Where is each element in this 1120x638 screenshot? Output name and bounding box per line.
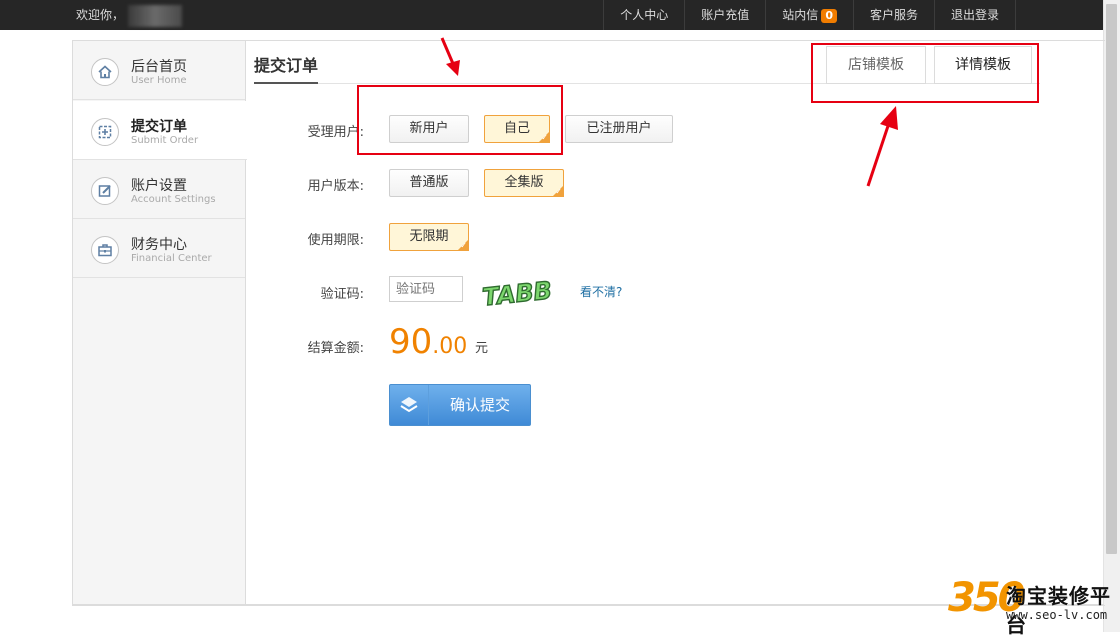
nav-customer-service[interactable]: 客户服务: [852, 0, 934, 30]
title-underline: [254, 82, 318, 84]
annotation-arrow-up-icon: [866, 106, 898, 187]
total-unit: 元: [475, 341, 489, 356]
version-option-standard[interactable]: 普通版: [389, 169, 469, 197]
nav-messages-label: 站内信: [782, 8, 819, 22]
sidebar-item-label: 提交订单: [131, 119, 187, 135]
confirm-submit-button[interactable]: 确认提交: [389, 384, 531, 426]
sidebar-item-home[interactable]: 后台首页 User Home: [73, 41, 245, 100]
watermark-logo: 350 淘宝装修平台 www.seo-lv.com: [948, 576, 1116, 637]
page-title: 提交订单: [254, 56, 319, 75]
message-count-badge: 0: [821, 9, 837, 23]
username-redacted: [128, 4, 183, 27]
home-icon: [91, 58, 119, 86]
period-option-unlimited-label: 无限期: [409, 229, 449, 244]
sidebar-item-label: 财务中心: [131, 237, 187, 253]
sidebar-item-financial-center[interactable]: 财务中心 Financial Center: [73, 219, 245, 278]
sidebar-item-label: 账户设置: [131, 178, 187, 194]
captcha-input[interactable]: [389, 276, 463, 302]
captcha-image[interactable]: TABB: [480, 274, 552, 308]
briefcase-icon: [91, 236, 119, 264]
annotation-box-user-options: [357, 85, 563, 155]
captcha-label: 验证码:: [320, 287, 364, 302]
sidebar-item-submit-order[interactable]: 提交订单 Submit Order: [73, 101, 247, 160]
sidebar-item-sublabel: Account Settings: [131, 194, 216, 205]
user-label: 受理用户:: [307, 125, 364, 140]
total-label: 结算金额:: [307, 341, 364, 356]
user-option-registered[interactable]: 已注册用户: [565, 115, 673, 143]
edit-icon: [91, 177, 119, 205]
nav-logout[interactable]: 退出登录: [933, 0, 1016, 30]
top-nav: 个人中心 账户充值 站内信 0 客户服务 退出登录: [603, 0, 1016, 30]
nav-recharge[interactable]: 账户充值: [684, 0, 765, 30]
total-amount-integer: 90: [389, 322, 433, 362]
selected-check-icon: ✓: [555, 187, 562, 196]
sidebar-item-sublabel: Financial Center: [131, 253, 212, 264]
annotation-box-template-tabs: [811, 43, 1039, 103]
nav-personal-center[interactable]: 个人中心: [603, 0, 684, 30]
sidebar-item-account-settings[interactable]: 账户设置 Account Settings: [73, 160, 245, 219]
total-amount-decimal: .00: [432, 334, 468, 359]
period-label: 使用期限:: [307, 233, 364, 248]
selected-check-icon: ✓: [541, 133, 548, 142]
total-amount: 90.00: [389, 322, 467, 362]
vertical-scrollbar[interactable]: [1103, 0, 1120, 632]
sidebar-item-sublabel: User Home: [131, 75, 187, 86]
submit-order-icon: [91, 118, 119, 146]
scrollbar-thumb[interactable]: [1106, 4, 1117, 554]
version-option-full-label: 全集版: [504, 175, 544, 190]
submit-layers-icon: [390, 385, 429, 425]
version-label: 用户版本:: [307, 179, 364, 194]
sidebar: 后台首页 User Home 提交订单 Submit Order 账户设置 Ac…: [72, 40, 247, 606]
nav-messages[interactable]: 站内信 0: [765, 0, 853, 30]
confirm-submit-label: 确认提交: [449, 396, 510, 414]
version-option-full[interactable]: 全集版 ✓: [484, 169, 564, 197]
sidebar-item-label: 后台首页: [131, 59, 187, 75]
period-option-unlimited[interactable]: 无限期 ✓: [389, 223, 469, 251]
welcome-label: 欢迎你，: [76, 8, 125, 22]
sidebar-item-sublabel: Submit Order: [131, 135, 199, 146]
annotation-arrow-down-icon: [440, 37, 460, 76]
watermark-url: www.seo-lv.com: [1006, 608, 1108, 622]
selected-check-icon: ✓: [460, 241, 467, 250]
welcome-text: 欢迎你，: [76, 0, 183, 30]
top-bar: 欢迎你， 个人中心 账户充值 站内信 0 客户服务 退出登录: [0, 0, 1104, 30]
captcha-refresh-link[interactable]: 看不清?: [580, 283, 622, 300]
captcha-text: TABB: [481, 276, 552, 308]
